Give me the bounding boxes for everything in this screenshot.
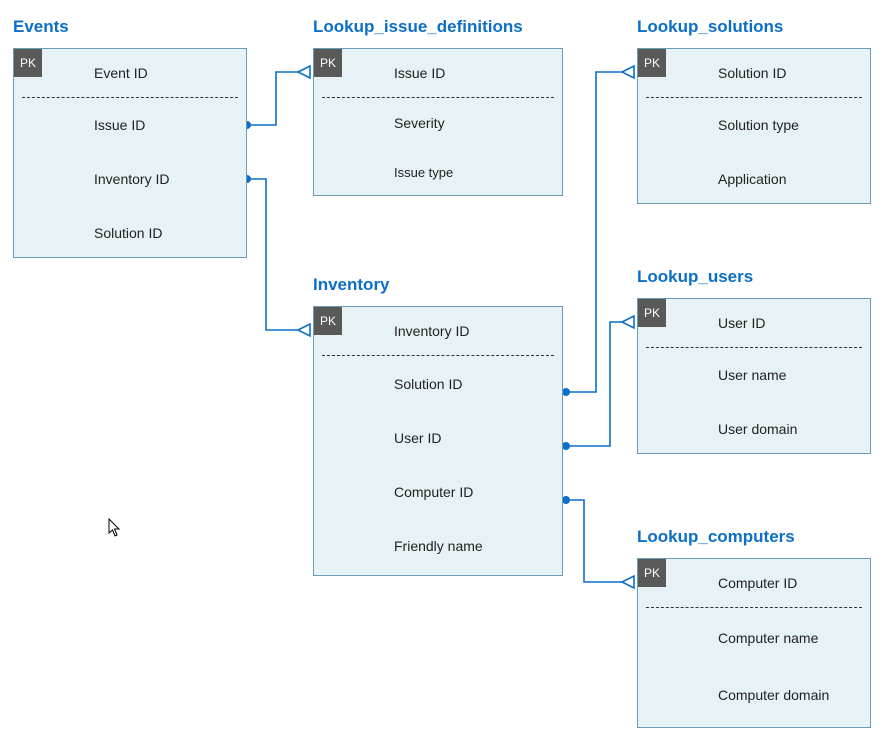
field-event-id: Event ID <box>14 49 246 97</box>
field-issue-id: Issue ID <box>14 98 246 152</box>
rel-events-inventory <box>243 175 310 336</box>
pk-badge: PK <box>638 299 666 327</box>
entity-inventory: PK Inventory ID Solution ID User ID Comp… <box>313 306 563 576</box>
rel-events-issue <box>243 66 310 129</box>
field-solution-type: Solution type <box>638 98 870 152</box>
field-solution-id: Solution ID <box>638 49 870 97</box>
field-solution-id: Solution ID <box>314 356 562 411</box>
cursor-icon <box>108 518 124 538</box>
field-application: Application <box>638 152 870 206</box>
entity-title-solutions: Lookup_solutions <box>637 17 783 37</box>
field-solution-id: Solution ID <box>14 206 246 260</box>
rel-inventory-solution <box>562 66 634 396</box>
field-user-id: User ID <box>638 299 870 347</box>
field-computer-id: Computer ID <box>638 559 870 607</box>
entity-solutions: PK Solution ID Solution type Application <box>637 48 871 204</box>
field-inventory-id: Inventory ID <box>14 152 246 206</box>
rel-inventory-user <box>562 316 634 450</box>
entity-title-computers: Lookup_computers <box>637 527 795 547</box>
field-issue-id: Issue ID <box>314 49 562 97</box>
field-user-id: User ID <box>314 411 562 465</box>
pk-badge: PK <box>638 559 666 587</box>
entity-title-inventory: Inventory <box>313 275 390 295</box>
field-issue-type: Issue type <box>314 148 562 196</box>
field-user-name: User name <box>638 348 870 402</box>
field-computer-name: Computer name <box>638 608 870 668</box>
entity-users: PK User ID User name User domain <box>637 298 871 454</box>
field-computer-domain: Computer domain <box>638 668 870 722</box>
field-computer-id: Computer ID <box>314 465 562 519</box>
entity-title-issue-defs: Lookup_issue_definitions <box>313 17 523 37</box>
entity-events: PK Event ID Issue ID Inventory ID Soluti… <box>13 48 247 258</box>
pk-badge: PK <box>638 49 666 77</box>
field-severity: Severity <box>314 98 562 148</box>
field-user-domain: User domain <box>638 402 870 456</box>
pk-badge: PK <box>314 49 342 77</box>
entity-computers: PK Computer ID Computer name Computer do… <box>637 558 871 728</box>
pk-badge: PK <box>14 49 42 77</box>
field-friendly-name: Friendly name <box>314 519 562 573</box>
field-inventory-id: Inventory ID <box>314 307 562 355</box>
pk-badge: PK <box>314 307 342 335</box>
entity-title-users: Lookup_users <box>637 267 753 287</box>
entity-title-events: Events <box>13 17 69 37</box>
rel-inventory-computer <box>562 496 634 588</box>
entity-issue-defs: PK Issue ID Severity Issue type <box>313 48 563 196</box>
